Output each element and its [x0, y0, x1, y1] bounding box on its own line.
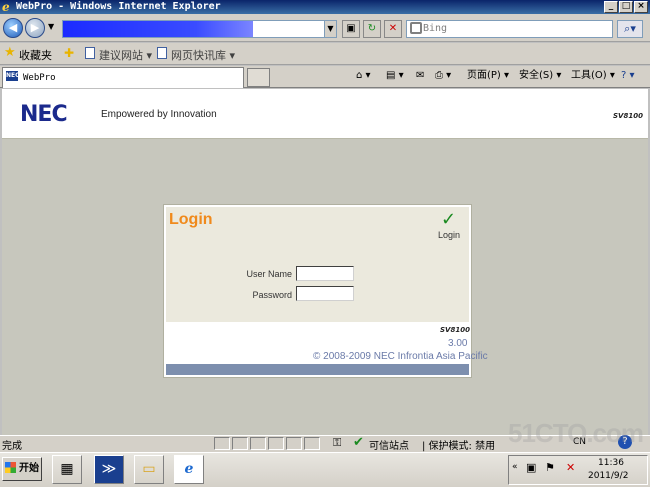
- address-dropdown-icon[interactable]: ▼: [324, 21, 336, 37]
- internet-explorer-icon[interactable]: e: [174, 455, 204, 484]
- tray-expand-icon[interactable]: «: [512, 462, 518, 472]
- watermark: 51CTO.com: [508, 418, 644, 448]
- flag-icon[interactable]: ⚑: [545, 461, 555, 474]
- status-pane: [304, 437, 320, 450]
- security-icon[interactable]: ⚿: [333, 436, 341, 450]
- new-tab-button[interactable]: [247, 68, 270, 87]
- page-menu[interactable]: 页面(P) ▾: [467, 69, 509, 83]
- favorites-bar: [0, 43, 650, 65]
- page-icon: [85, 47, 95, 59]
- ie-logo-icon: e: [2, 0, 10, 14]
- stop-button[interactable]: ✕: [384, 20, 402, 38]
- minimize-button[interactable]: _: [604, 1, 618, 13]
- help-menu[interactable]: ? ▾: [621, 69, 635, 83]
- search-provider-icon: [410, 22, 422, 34]
- login-title: Login: [169, 211, 213, 228]
- clock-date[interactable]: 2011/9/2: [588, 471, 628, 481]
- search-placeholder: Bing: [423, 23, 448, 34]
- clock-time[interactable]: 11:36: [598, 458, 624, 468]
- zone-label[interactable]: 可信站点: [369, 437, 409, 452]
- header-model-label: SV8100: [613, 112, 643, 120]
- page-icon: [157, 47, 167, 59]
- status-pane: [214, 437, 230, 450]
- favorites-star-icon[interactable]: ★: [4, 46, 16, 60]
- page-header: [2, 89, 648, 139]
- back-button[interactable]: ◀: [3, 18, 23, 38]
- home-button[interactable]: ⌂ ▾: [356, 69, 371, 83]
- search-button[interactable]: ⌕▾: [617, 20, 643, 38]
- windows-flag-icon: [5, 462, 16, 473]
- web-slice-gallery-link[interactable]: 网页快讯库 ▾: [171, 47, 235, 63]
- nec-favicon-icon: NEC: [6, 71, 20, 81]
- forward-button[interactable]: ▶: [25, 18, 45, 38]
- status-pane: [268, 437, 284, 450]
- recent-pages-dropdown[interactable]: ▼: [48, 22, 54, 31]
- login-footer-bar: [166, 364, 469, 375]
- status-text: 完成: [2, 441, 22, 452]
- redacted-url: [63, 21, 253, 37]
- add-favorite-icon[interactable]: ✚: [64, 47, 74, 60]
- explorer-folder-icon[interactable]: ▭: [134, 455, 164, 484]
- status-pane: [250, 437, 266, 450]
- window-titlebar: WebPro - Windows Internet Explorer: [0, 0, 650, 14]
- server-manager-icon[interactable]: ▦: [52, 455, 82, 484]
- suggested-sites-link[interactable]: 建议网站 ▾: [99, 47, 152, 63]
- footer-model-label: SV8100: [440, 326, 470, 334]
- tab-title: WebPro: [23, 73, 56, 83]
- volume-icon[interactable]: ✕: [566, 461, 575, 474]
- maximize-button[interactable]: □: [619, 1, 633, 13]
- mail-button[interactable]: ✉: [416, 69, 424, 83]
- network-icon[interactable]: ▣: [526, 461, 536, 474]
- copyright-text: © 2008-2009 NEC Infrontia Asia Pacific: [313, 351, 488, 362]
- tab-webpro[interactable]: WebPro: [2, 67, 244, 88]
- window-title: WebPro - Windows Internet Explorer: [16, 1, 221, 12]
- password-field[interactable]: [296, 286, 354, 301]
- close-window-button[interactable]: ×: [634, 1, 648, 13]
- nec-logo: NEC: [20, 102, 68, 127]
- status-pane: [286, 437, 302, 450]
- password-label: Password: [252, 290, 292, 300]
- trusted-zone-icon: ✔: [353, 435, 364, 450]
- login-checkmark-icon[interactable]: ✓: [441, 210, 456, 230]
- powershell-icon[interactable]: ≫: [94, 455, 124, 484]
- tagline: Empowered by Innovation: [101, 109, 217, 120]
- status-pane: [232, 437, 248, 450]
- username-field[interactable]: [296, 266, 354, 281]
- favorites-button[interactable]: 收藏夹: [19, 47, 52, 63]
- protected-mode-label[interactable]: | 保护模式: 禁用: [422, 437, 495, 452]
- safety-menu[interactable]: 安全(S) ▾: [519, 69, 561, 83]
- username-label: User Name: [246, 269, 292, 279]
- compatibility-view-button[interactable]: ▣: [342, 20, 360, 38]
- version-label: 3.00: [448, 338, 468, 349]
- print-button[interactable]: ⎙ ▾: [435, 69, 451, 83]
- refresh-button[interactable]: ↻: [363, 20, 381, 38]
- login-submit-link[interactable]: Login: [438, 230, 460, 240]
- tools-menu[interactable]: 工具(O) ▾: [571, 69, 615, 83]
- search-input[interactable]: Bing: [406, 20, 613, 38]
- feeds-button[interactable]: ▤ ▾: [386, 69, 404, 83]
